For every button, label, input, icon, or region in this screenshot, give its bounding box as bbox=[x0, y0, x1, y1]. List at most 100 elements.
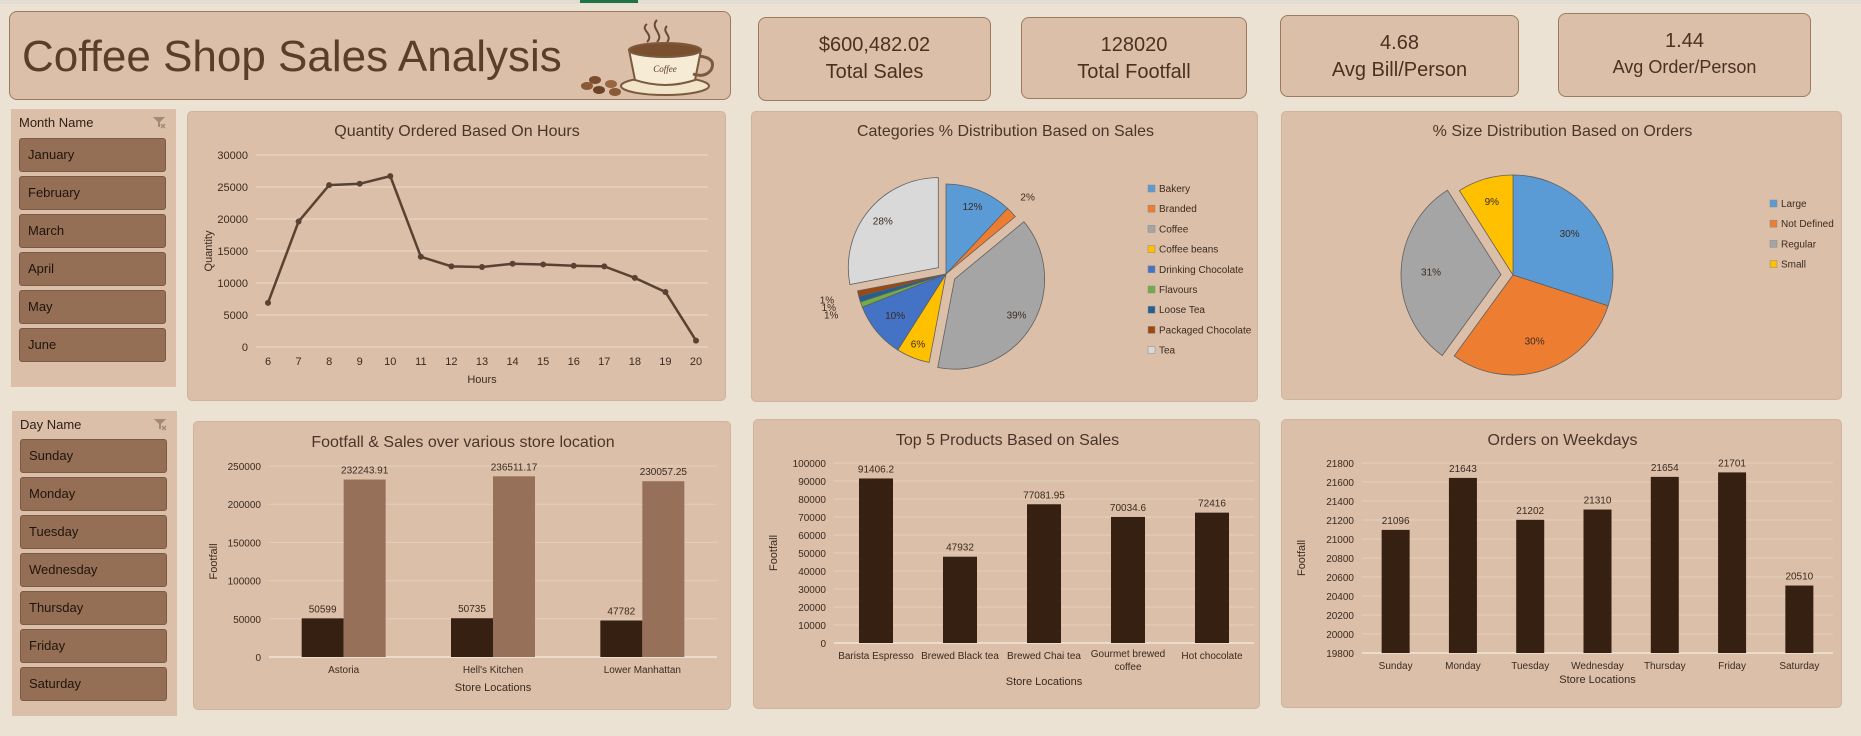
x-tick-label: Lower Manhattan bbox=[604, 665, 681, 676]
slicer-header: Month Name bbox=[19, 115, 94, 130]
kpi-value: 4.68 bbox=[1380, 32, 1419, 54]
line-chart-panel: Quantity Ordered Based On Hours 0 5000 1000… bbox=[187, 111, 726, 401]
x-tick-label: Saturday bbox=[1779, 661, 1819, 672]
data-label: 21701 bbox=[1718, 458, 1746, 469]
x-tick-label: 11 bbox=[415, 356, 426, 368]
kpi-value: 1.44 bbox=[1665, 30, 1704, 52]
y-tick-label: 0 bbox=[820, 639, 826, 650]
y-tick-label: 20800 bbox=[1326, 554, 1354, 565]
y-tick-label: 21200 bbox=[1326, 516, 1354, 527]
data-label: 72416 bbox=[1198, 499, 1226, 510]
slicer-item-april[interactable]: April bbox=[19, 252, 166, 286]
month-slicer: Month Name January February March April … bbox=[11, 109, 176, 387]
legend-label: Packaged Chocolate bbox=[1159, 325, 1252, 336]
slicer-item-sunday[interactable]: Sunday bbox=[20, 439, 167, 473]
slice-label: 30% bbox=[1525, 337, 1545, 348]
bar bbox=[943, 556, 977, 643]
x-tick-label: Barista Espresso bbox=[838, 651, 914, 662]
y-axis-title: Footfall bbox=[1296, 540, 1308, 576]
bar bbox=[1381, 529, 1410, 653]
legend-label: Not Defined bbox=[1781, 219, 1834, 230]
slicer-item-tuesday[interactable]: Tuesday bbox=[20, 515, 167, 549]
data-label: 21654 bbox=[1651, 463, 1679, 474]
quantity-by-hour-chart: Quantity Ordered Based On Hours 0 5000 1000… bbox=[203, 123, 708, 386]
data-label: 230057.25 bbox=[640, 467, 688, 478]
kpi-value: $600,482.02 bbox=[818, 34, 931, 56]
slicer-item-thursday[interactable]: Thursday bbox=[20, 591, 167, 625]
slicer-header: Day Name bbox=[20, 417, 82, 432]
cup-label: Coffee bbox=[653, 64, 677, 74]
category-pie-panel: Categories % Distribution Based on Sales… bbox=[751, 111, 1258, 402]
bar bbox=[301, 618, 344, 657]
slicer-item-may[interactable]: May bbox=[19, 290, 166, 324]
y-tick-label: 20000 bbox=[217, 214, 248, 226]
data-point bbox=[509, 260, 516, 267]
x-tick-label: Monday bbox=[1445, 661, 1481, 672]
category-distribution-chart: Categories % Distribution Based on Sales… bbox=[820, 123, 1252, 370]
x-axis-title: Store Locations bbox=[1006, 676, 1083, 688]
slicer-item-saturday[interactable]: Saturday bbox=[20, 667, 167, 701]
x-tick-label-line: coffee bbox=[1114, 662, 1141, 673]
y-tick-label: 15000 bbox=[217, 246, 248, 258]
y-tick-label: 10000 bbox=[217, 278, 248, 290]
data-point bbox=[693, 337, 699, 344]
slice-label: 31% bbox=[1421, 267, 1441, 278]
data-point bbox=[570, 262, 577, 269]
chart-title: Quantity Ordered Based On Hours bbox=[334, 123, 579, 140]
kpi-total-sales: $600,482.02 Total Sales bbox=[758, 17, 991, 101]
y-tick-label: 200000 bbox=[228, 500, 262, 511]
y-tick-label: 20600 bbox=[1326, 573, 1354, 584]
products-bar-panel: Top 5 Products Based on Sales 0 10000 20000… bbox=[753, 419, 1260, 709]
y-tick-label: 21000 bbox=[1326, 535, 1354, 546]
x-tick-label: Tuesday bbox=[1511, 661, 1549, 672]
data-label: 21643 bbox=[1449, 464, 1477, 475]
bar bbox=[1111, 516, 1145, 643]
slice-label: 10% bbox=[885, 311, 905, 322]
weekday-bar-panel: Orders on Weekdays 19800 20000 20200 20400 20… bbox=[1281, 419, 1842, 708]
y-tick-label: 0 bbox=[242, 342, 248, 354]
data-point bbox=[601, 263, 608, 270]
data-label: 232243.91 bbox=[341, 466, 389, 477]
slice-label: 1% bbox=[820, 296, 835, 307]
clear-filter-icon[interactable] bbox=[152, 115, 166, 129]
y-tick-label: 150000 bbox=[228, 538, 262, 549]
x-tick-label: 18 bbox=[629, 356, 641, 368]
bar bbox=[451, 618, 493, 657]
top-products-chart: Top 5 Products Based on Sales 0 10000 20000… bbox=[768, 432, 1254, 688]
legend-swatch bbox=[1769, 260, 1778, 268]
data-point bbox=[265, 299, 271, 306]
chart-title: Top 5 Products Based on Sales bbox=[896, 432, 1119, 449]
y-tick-label: 25000 bbox=[217, 182, 248, 194]
selected-cell-marker bbox=[580, 0, 638, 3]
slicer-item-monday[interactable]: Monday bbox=[20, 477, 167, 511]
legend-swatch bbox=[1147, 265, 1156, 274]
legend-label: Coffee bbox=[1159, 224, 1189, 235]
bar bbox=[1583, 509, 1612, 653]
y-axis-title: Footfall bbox=[208, 543, 220, 579]
slicer-item-march[interactable]: March bbox=[19, 214, 166, 248]
x-tick-label: 10 bbox=[384, 356, 396, 368]
kpi-avg-bill: 4.68 Avg Bill/Person bbox=[1280, 15, 1519, 97]
slicer-item-wednesday[interactable]: Wednesday bbox=[20, 553, 167, 587]
data-point bbox=[448, 263, 455, 270]
legend-swatch bbox=[1147, 346, 1156, 354]
chart-title: % Size Distribution Based on Orders bbox=[1433, 123, 1693, 140]
x-tick-label: Brewed Black tea bbox=[921, 651, 999, 662]
data-label: 236511.17 bbox=[491, 462, 538, 473]
legend-label: Loose Tea bbox=[1159, 305, 1205, 316]
clear-filter-icon[interactable] bbox=[153, 417, 167, 431]
y-tick-label: 50000 bbox=[798, 549, 826, 560]
kpi-label: Avg Order/Person bbox=[1612, 57, 1757, 77]
kpi-label: Total Footfall bbox=[1077, 61, 1191, 83]
legend-label: Small bbox=[1781, 260, 1806, 271]
slicer-item-january[interactable]: January bbox=[19, 138, 166, 172]
x-tick-label: Astoria bbox=[328, 665, 360, 676]
slicer-item-june[interactable]: June bbox=[19, 328, 166, 362]
y-tick-label: 70000 bbox=[798, 513, 826, 524]
slicer-item-february[interactable]: February bbox=[19, 176, 166, 210]
x-tick-label: Sunday bbox=[1379, 661, 1413, 672]
legend-label: Large bbox=[1781, 199, 1807, 210]
y-tick-label: 21400 bbox=[1326, 497, 1354, 508]
slicer-item-friday[interactable]: Friday bbox=[20, 629, 167, 663]
x-tick-label: Friday bbox=[1718, 661, 1746, 672]
